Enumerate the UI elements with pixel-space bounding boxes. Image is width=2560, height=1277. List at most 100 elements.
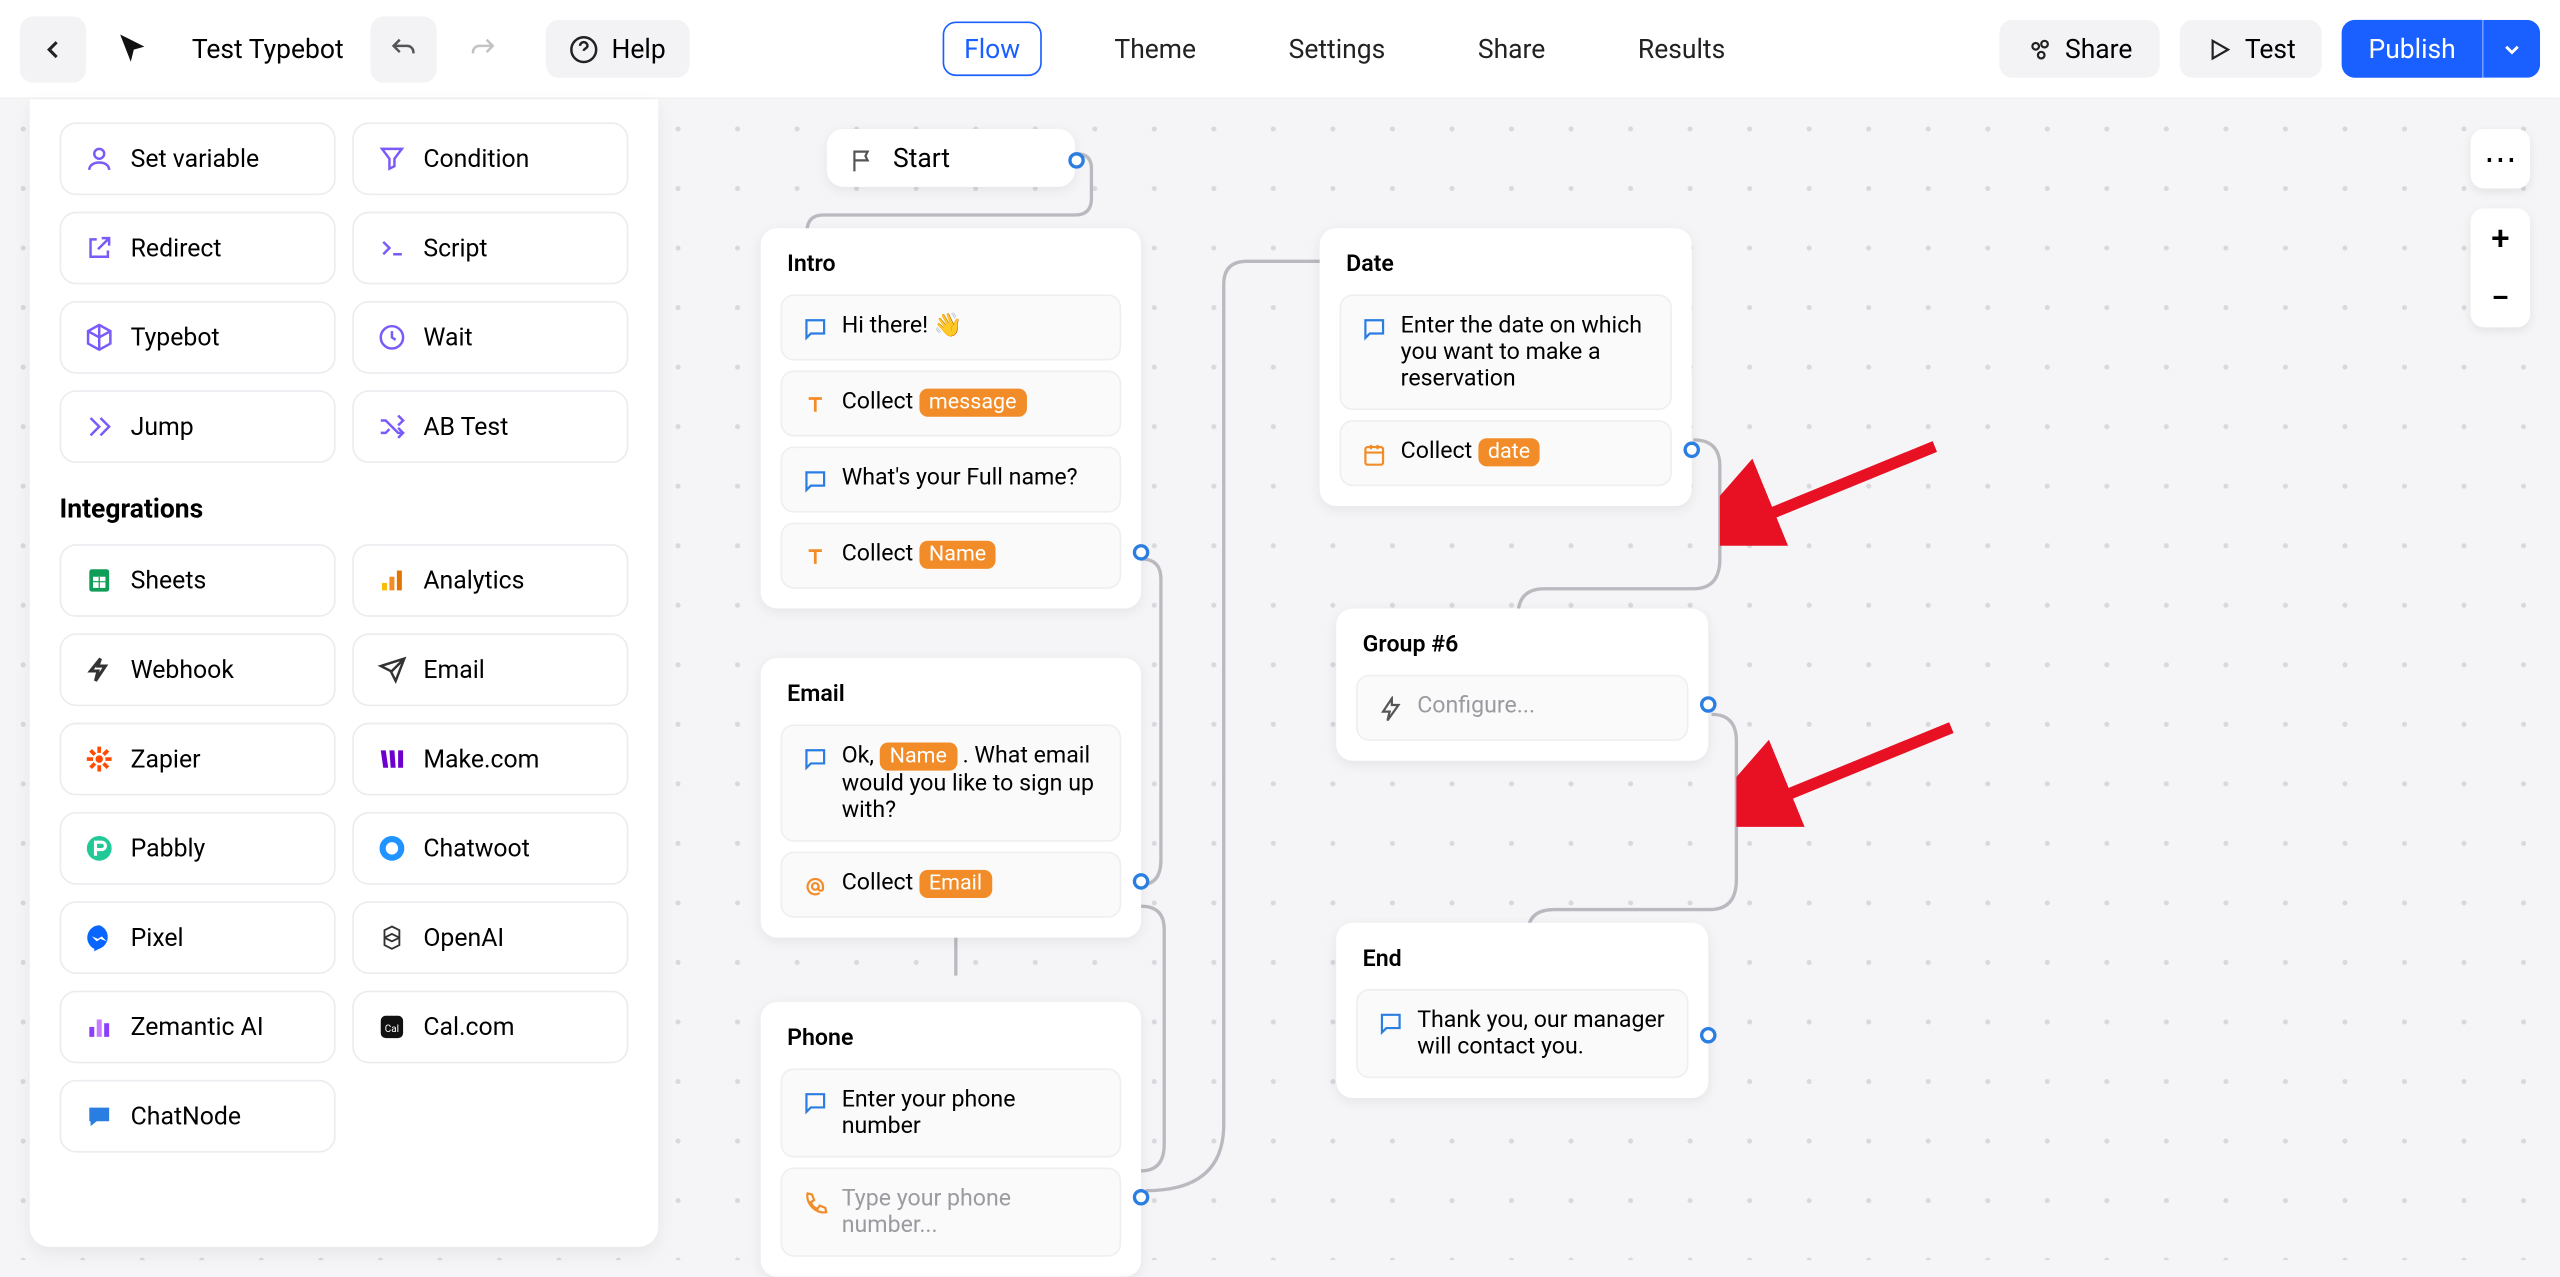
block-jump[interactable]: Jump	[60, 390, 336, 463]
group-title[interactable]: Intro	[781, 248, 1122, 281]
step-bubble[interactable]: Ok, Name . What email would you like to …	[781, 724, 1122, 841]
step-bubble[interactable]: Enter the date on which you want to make…	[1339, 294, 1671, 410]
tab-results[interactable]: Results	[1618, 23, 1745, 74]
block-sheets[interactable]: Sheets	[60, 544, 336, 617]
step-bubble[interactable]: Hi there! 👋	[781, 294, 1122, 360]
block-make-com[interactable]: Make.com	[352, 723, 628, 796]
block-zemantic-ai[interactable]: Zemantic AI	[60, 991, 336, 1064]
group-six[interactable]: Group #6 Configure...	[1336, 609, 1708, 761]
pixel-icon	[84, 923, 114, 953]
group-phone[interactable]: Phone Enter your phone number Type your …	[761, 1002, 1141, 1277]
group-end[interactable]: End Thank you, our manager will contact …	[1336, 923, 1708, 1098]
step-collect[interactable]: Collect Email	[781, 852, 1122, 918]
block-pabbly[interactable]: Pabbly	[60, 812, 336, 885]
group-email[interactable]: Email Ok, Name . What email would you li…	[761, 658, 1141, 937]
skip-icon	[84, 412, 114, 442]
redo-button[interactable]	[449, 16, 515, 82]
block-script[interactable]: Script	[352, 212, 628, 285]
tab-theme[interactable]: Theme	[1095, 23, 1216, 74]
step-text: Enter your phone number	[842, 1086, 1100, 1139]
group-intro[interactable]: Intro Hi there! 👋 Collect message What's…	[761, 228, 1141, 608]
at-icon	[802, 873, 828, 899]
sheets-icon	[84, 566, 114, 596]
undo-button[interactable]	[370, 16, 436, 82]
block-openai[interactable]: OpenAI	[352, 901, 628, 974]
tab-share[interactable]: Share	[1458, 23, 1565, 74]
group-title[interactable]: Date	[1339, 248, 1671, 281]
share-button[interactable]: Share	[1999, 20, 2159, 78]
more-button[interactable]: ⋯	[2471, 129, 2531, 189]
step-configure[interactable]: Configure...	[1356, 675, 1688, 741]
chatwoot-icon	[377, 833, 407, 863]
tab-settings[interactable]: Settings	[1269, 23, 1405, 74]
text-icon	[802, 392, 828, 418]
flag-icon	[850, 146, 876, 172]
publish-button[interactable]: Publish	[2342, 20, 2482, 78]
help-button[interactable]: Help	[545, 20, 689, 78]
block-condition[interactable]: Condition	[352, 122, 628, 195]
annotation-arrow	[1736, 711, 1968, 827]
help-label: Help	[612, 33, 666, 64]
variable-tag: Name	[919, 541, 996, 569]
endpoint[interactable]	[1133, 1189, 1150, 1206]
step-text: Hi there! 👋	[842, 313, 963, 339]
block-zapier[interactable]: Zapier	[60, 723, 336, 796]
chat-icon	[802, 746, 828, 772]
endpoint[interactable]	[1700, 1027, 1717, 1044]
group-start[interactable]: Start	[827, 129, 1075, 187]
back-button[interactable]	[20, 16, 86, 82]
chatnode-icon	[84, 1101, 114, 1131]
block-cal-com[interactable]: CalCal.com	[352, 991, 628, 1064]
block-set-variable[interactable]: Set variable	[60, 122, 336, 195]
text-icon	[802, 544, 828, 570]
block-analytics[interactable]: Analytics	[352, 544, 628, 617]
step-collect[interactable]: Collect Name	[781, 523, 1122, 589]
clock-icon	[377, 322, 407, 352]
block-chatwoot[interactable]: Chatwoot	[352, 812, 628, 885]
variable-tag: message	[919, 389, 1026, 417]
publish-dropdown[interactable]	[2482, 20, 2540, 78]
bot-name[interactable]: Test Typebot	[192, 33, 344, 64]
variable-tag: Email	[919, 870, 992, 898]
block-chatnode[interactable]: ChatNode	[60, 1080, 336, 1153]
step-bubble[interactable]: Enter your phone number	[781, 1068, 1122, 1157]
webhook-icon	[84, 655, 114, 685]
group-title[interactable]: Phone	[781, 1022, 1122, 1055]
step-text: Enter the date on which you want to make…	[1401, 313, 1651, 392]
block-pixel[interactable]: Pixel	[60, 901, 336, 974]
test-button[interactable]: Test	[2179, 20, 2322, 78]
step-placeholder: Type your phone number...	[842, 1186, 1100, 1239]
endpoint[interactable]	[1068, 152, 1085, 169]
chat-icon	[1361, 316, 1387, 342]
chat-icon	[1378, 1010, 1404, 1036]
step-collect[interactable]: Collect date	[1339, 420, 1671, 486]
blocks-panel[interactable]: Set variableConditionRedirectScriptTypeb…	[30, 99, 658, 1247]
step-bubble[interactable]: Thank you, our manager will contact you.	[1356, 989, 1688, 1078]
endpoint[interactable]	[1700, 696, 1717, 713]
step-bubble[interactable]: What's your Full name?	[781, 446, 1122, 512]
block-redirect[interactable]: Redirect	[60, 212, 336, 285]
step-collect[interactable]: Collect message	[781, 370, 1122, 436]
tab-flow[interactable]: Flow	[943, 21, 1042, 76]
openai-icon	[377, 923, 407, 953]
endpoint[interactable]	[1683, 442, 1700, 459]
analytics-icon	[377, 566, 407, 596]
block-webhook[interactable]: Webhook	[60, 633, 336, 706]
endpoint[interactable]	[1133, 873, 1150, 890]
group-title[interactable]: Email	[781, 678, 1122, 711]
group-title[interactable]: Group #6	[1356, 628, 1688, 661]
zemantic-ai-icon	[84, 1012, 114, 1042]
make-com-icon	[377, 744, 407, 774]
chat-icon	[802, 316, 828, 342]
block-typebot[interactable]: Typebot	[60, 301, 336, 374]
endpoint[interactable]	[1133, 544, 1150, 561]
zoom-out-button[interactable]: −	[2491, 268, 2510, 328]
step-collect[interactable]: Type your phone number...	[781, 1168, 1122, 1257]
block-ab-test[interactable]: AB Test	[352, 390, 628, 463]
bolt-icon	[1378, 696, 1404, 722]
group-date[interactable]: Date Enter the date on which you want to…	[1320, 228, 1692, 506]
group-title[interactable]: End	[1356, 943, 1688, 976]
block-email[interactable]: Email	[352, 633, 628, 706]
block-wait[interactable]: Wait	[352, 301, 628, 374]
zoom-in-button[interactable]: +	[2491, 208, 2509, 268]
